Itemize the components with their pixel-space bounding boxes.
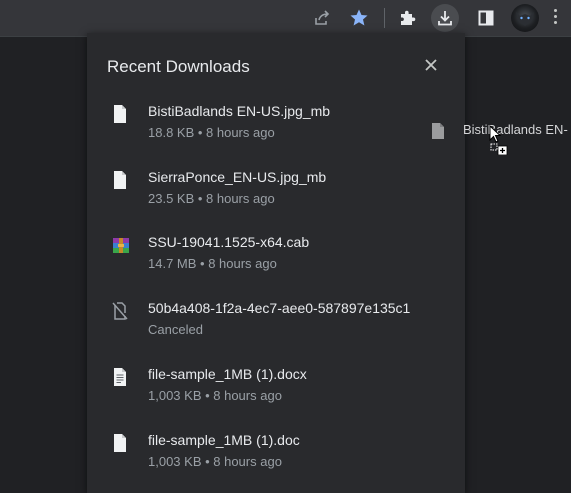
document-icon <box>111 367 129 387</box>
downloads-panel: Recent Downloads BistiBadlands EN-US.jpg… <box>87 33 465 493</box>
download-status: 23.5 KB • 8 hours ago <box>148 191 275 206</box>
archive-icon <box>111 235 129 255</box>
download-item[interactable]: SSU-19041.1525-x64.cab 14.7 MB • 8 hours… <box>87 232 465 292</box>
download-icon[interactable] <box>431 4 459 32</box>
browser-toolbar <box>0 0 571 36</box>
profile-avatar[interactable] <box>511 4 539 32</box>
panel-title: Recent Downloads <box>107 57 250 76</box>
download-item[interactable]: SierraPonce_EN-US.jpg_mb 23.5 KB • 8 hou… <box>87 167 465 227</box>
download-status: Canceled <box>148 322 203 337</box>
download-status: 18.8 KB • 8 hours ago <box>148 125 275 140</box>
file-icon <box>430 122 446 145</box>
download-item[interactable]: file-sample_1MB (1).doc 1,003 KB • 8 hou… <box>87 430 465 490</box>
download-filename: SSU-19041.1525-x64.cab <box>148 234 310 250</box>
toolbar-separator <box>384 8 385 28</box>
download-status: 1,003 KB • 8 hours ago <box>148 388 282 403</box>
close-icon[interactable] <box>421 55 441 75</box>
share-icon[interactable] <box>308 4 336 32</box>
download-filename: BistiBadlands EN-US.jpg_mb <box>148 103 331 119</box>
download-item[interactable]: file-sample_1MB (1).docx 1,003 KB • 8 ho… <box>87 364 465 424</box>
menu-dots-icon[interactable] <box>550 6 560 30</box>
file-icon <box>111 104 129 124</box>
extensions-puzzle-icon[interactable] <box>393 4 421 32</box>
bookmark-star-icon[interactable] <box>345 4 373 32</box>
file-canceled-icon <box>111 301 129 321</box>
download-item[interactable]: BistiBadlands EN-US.jpg_mb 18.8 KB • 8 h… <box>87 101 465 161</box>
download-item[interactable]: 50b4a408-1f2a-4ec7-aee0-587897e135c1 Can… <box>87 298 465 358</box>
download-filename: 50b4a408-1f2a-4ec7-aee0-587897e135c1 <box>148 300 411 316</box>
drag-ghost-label: BistiBadlands EN- <box>463 122 568 137</box>
download-status: 1,003 KB • 8 hours ago <box>148 454 282 469</box>
download-status: 14.7 MB • 8 hours ago <box>148 256 277 271</box>
copy-cursor-icon <box>489 124 511 156</box>
file-icon <box>111 433 129 453</box>
download-filename: file-sample_1MB (1).docx <box>148 366 307 382</box>
download-filename: SierraPonce_EN-US.jpg_mb <box>148 169 327 185</box>
download-filename: file-sample_1MB (1).doc <box>148 432 300 448</box>
file-icon <box>111 170 129 190</box>
side-panel-icon[interactable] <box>472 4 500 32</box>
